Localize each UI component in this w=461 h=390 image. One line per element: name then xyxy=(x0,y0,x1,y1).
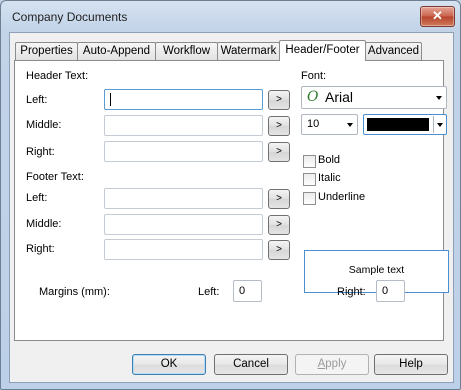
header-left-input[interactable] xyxy=(104,89,263,110)
chevron-down-icon xyxy=(347,122,353,127)
tab-properties[interactable]: Properties xyxy=(15,42,78,60)
font-name-value: Arial xyxy=(325,89,354,105)
margin-left-label: Left: xyxy=(198,286,220,298)
margins-label: Margins (mm): xyxy=(39,286,110,298)
color-swatch xyxy=(367,118,429,131)
margin-left-input[interactable]: 0 xyxy=(233,280,262,302)
header-text-label: Header Text: xyxy=(26,70,89,82)
opentype-font-icon: O xyxy=(307,89,319,105)
header-right-insert-button[interactable]: > xyxy=(268,142,290,162)
underline-checkbox-box[interactable] xyxy=(303,192,316,205)
footer-middle-input[interactable] xyxy=(104,214,263,235)
apply-button[interactable]: Apply xyxy=(295,354,369,375)
footer-text-label: Footer Text: xyxy=(26,171,84,183)
ok-button[interactable]: OK xyxy=(132,354,206,375)
cancel-button[interactable]: Cancel xyxy=(214,354,288,375)
tab-header-footer[interactable]: Header/Footer xyxy=(279,40,366,61)
tab-watermark[interactable]: Watermark xyxy=(217,42,280,60)
margin-right-input[interactable]: 0 xyxy=(376,280,405,302)
margin-right-label: Right: xyxy=(337,286,366,298)
header-middle-label: Middle: xyxy=(26,119,62,131)
window-title: Company Documents xyxy=(12,10,128,24)
font-size-select[interactable]: 10 xyxy=(301,114,358,135)
chevron-down-icon xyxy=(437,122,443,127)
close-button[interactable]: ✕ xyxy=(420,6,455,27)
footer-middle-insert-button[interactable]: > xyxy=(268,215,290,235)
font-color-picker[interactable] xyxy=(363,114,447,135)
footer-middle-label: Middle: xyxy=(26,218,62,230)
dialog-client: Properties Auto-Append Workflow Watermar… xyxy=(9,32,454,383)
font-label: Font: xyxy=(301,70,327,82)
footer-right-label: Right: xyxy=(26,243,55,255)
italic-label: Italic xyxy=(318,172,341,184)
title-bar[interactable]: Company Documents ✕ xyxy=(1,1,460,33)
text-caret xyxy=(110,93,111,106)
tab-advanced[interactable]: Advanced xyxy=(365,42,422,60)
footer-left-insert-button[interactable]: > xyxy=(268,189,290,209)
close-icon: ✕ xyxy=(432,8,443,23)
footer-right-input[interactable] xyxy=(104,239,263,260)
bold-checkbox-box[interactable] xyxy=(303,155,316,168)
footer-right-insert-button[interactable]: > xyxy=(268,240,290,260)
footer-left-input[interactable] xyxy=(104,188,263,209)
header-right-label: Right: xyxy=(26,146,55,158)
bold-label: Bold xyxy=(318,154,341,166)
footer-left-label: Left: xyxy=(26,192,48,204)
dialog-window: Company Documents ✕ Properties Auto-Appe… xyxy=(0,0,461,390)
underline-label: Underline xyxy=(318,191,366,203)
color-dropdown-toggle[interactable] xyxy=(433,116,445,133)
font-size-value: 10 xyxy=(307,118,320,130)
header-right-input[interactable] xyxy=(104,141,263,162)
header-left-label: Left: xyxy=(26,94,48,106)
tab-workflow[interactable]: Workflow xyxy=(155,42,218,60)
header-middle-insert-button[interactable]: > xyxy=(268,116,290,136)
header-middle-input[interactable] xyxy=(104,115,263,136)
header-footer-panel: Header Text: Left: > Middle: > Right: > … xyxy=(14,60,449,341)
header-left-insert-button[interactable]: > xyxy=(268,90,290,110)
font-name-select[interactable]: O Arial xyxy=(301,86,447,109)
help-button[interactable]: Help xyxy=(374,354,448,375)
italic-checkbox-box[interactable] xyxy=(303,173,316,186)
chevron-down-icon xyxy=(436,95,442,100)
tab-auto-append[interactable]: Auto-Append xyxy=(77,42,156,60)
